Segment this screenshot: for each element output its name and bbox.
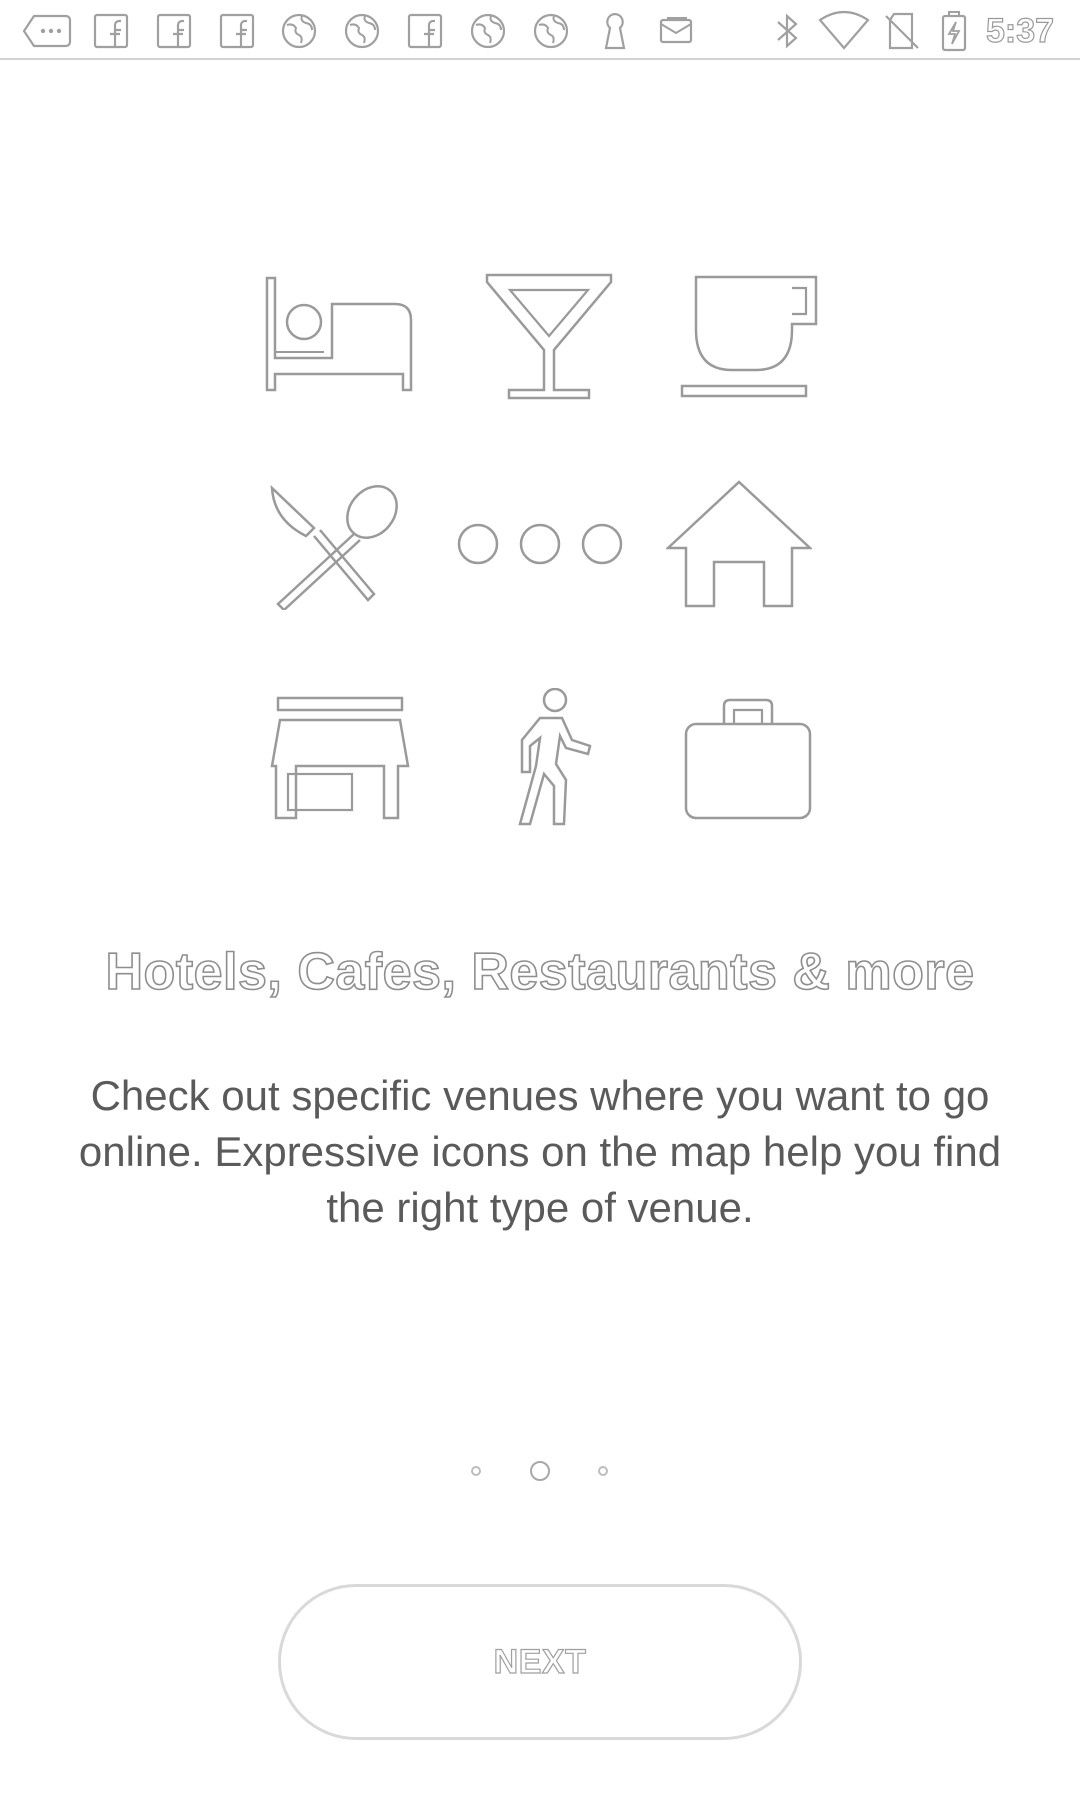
coffee-cup-icon [680,274,820,400]
next-button-label: NEXT [493,1642,587,1681]
onboarding-screen: 5:37 Hotels, Cafes, Restaurants & more C… [0,0,1080,1794]
next-button[interactable]: NEXT [278,1584,802,1740]
home-icon [666,480,812,610]
onboarding-title: Hotels, Cafes, Restaurants & more [105,942,975,1002]
page-dot-1[interactable] [471,1466,481,1476]
cocktail-icon [484,272,614,402]
more-dots-icon [454,520,626,568]
store-icon [268,694,412,822]
onboarding-description: Check out specific venues where you want… [78,1072,1002,1231]
briefcase-icon [682,696,814,822]
page-dot-2-active[interactable] [530,1461,550,1481]
restaurant-icon [264,480,404,610]
page-indicator [0,1456,1080,1486]
bed-icon [264,270,414,400]
walking-icon [500,688,596,826]
page-dot-3[interactable] [598,1466,608,1476]
venue-icon-grid [0,0,1080,900]
